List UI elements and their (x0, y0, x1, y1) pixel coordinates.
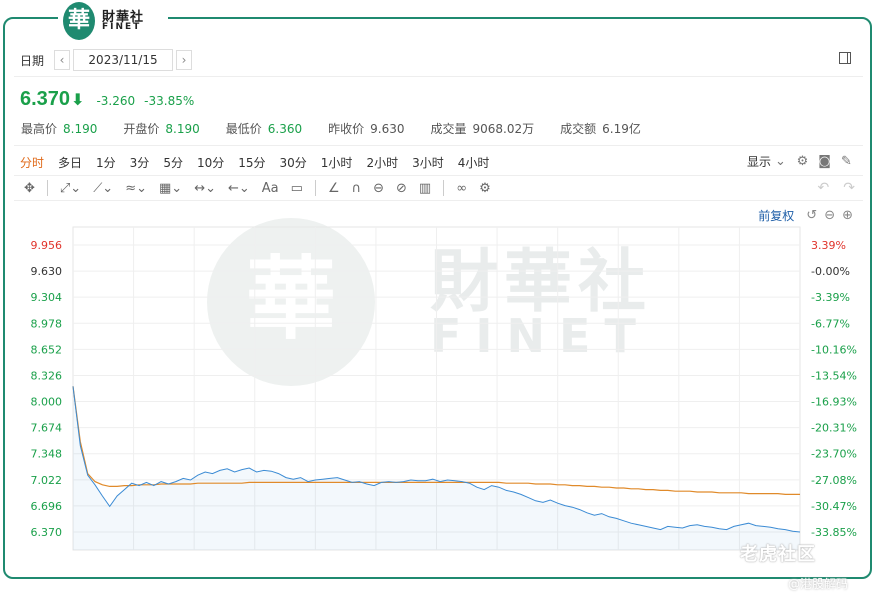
y-tick-pct-label: -13.54% (811, 369, 857, 382)
y-tick-pct-label: -33.85% (811, 526, 857, 539)
y-tick-pct-label: -16.93% (811, 396, 857, 409)
y-tick-label: 9.304 (31, 291, 63, 304)
y-tick-label: 8.652 (31, 343, 63, 356)
y-tick-pct-label: -27.08% (811, 474, 857, 487)
y-tick-label: 9.630 (31, 265, 63, 278)
y-tick-pct-label: -20.31% (811, 422, 857, 435)
y-tick-label: 8.978 (31, 317, 63, 330)
right-axis: 3.39% -0.00% -3.39% -6.77% -10.16% -13.54% -16… (811, 239, 857, 539)
y-tick-label: 6.370 (31, 526, 63, 539)
watermark-en-text: FINET (430, 309, 650, 363)
y-tick-pct-label: -0.00% (811, 265, 850, 278)
y-tick-label: 7.022 (31, 474, 63, 487)
y-tick-pct-label: -10.16% (811, 343, 857, 356)
y-tick-label: 8.326 (31, 369, 63, 382)
y-tick-pct-label: -3.39% (811, 291, 850, 304)
watermark-mark-text: 華 (246, 247, 336, 352)
y-tick-pct-label: -23.70% (811, 448, 857, 461)
y-tick-label: 8.000 (31, 396, 63, 409)
y-tick-label: 7.348 (31, 448, 63, 461)
y-tick-label: 6.696 (31, 500, 63, 513)
y-tick-pct-label: -6.77% (811, 317, 850, 330)
y-tick-label: 7.674 (31, 422, 63, 435)
y-tick-pct-label: -30.47% (811, 500, 857, 513)
left-axis: 9.956 9.630 9.304 8.978 8.652 8.326 8.000 7.674… (31, 239, 63, 539)
intraday-chart[interactable]: 華 財華社 FINET 9.956 9.630 9.304 8.978 8.652 8.3… (0, 0, 877, 602)
corner-watermark: 老虎社区 (740, 544, 816, 565)
y-tick-label: 9.956 (31, 239, 63, 252)
y-tick-pct-label: 3.39% (811, 239, 846, 252)
chart-watermark: 華 財華社 FINET (207, 218, 650, 386)
corner-watermark-handle: @港股解码 (788, 577, 849, 591)
